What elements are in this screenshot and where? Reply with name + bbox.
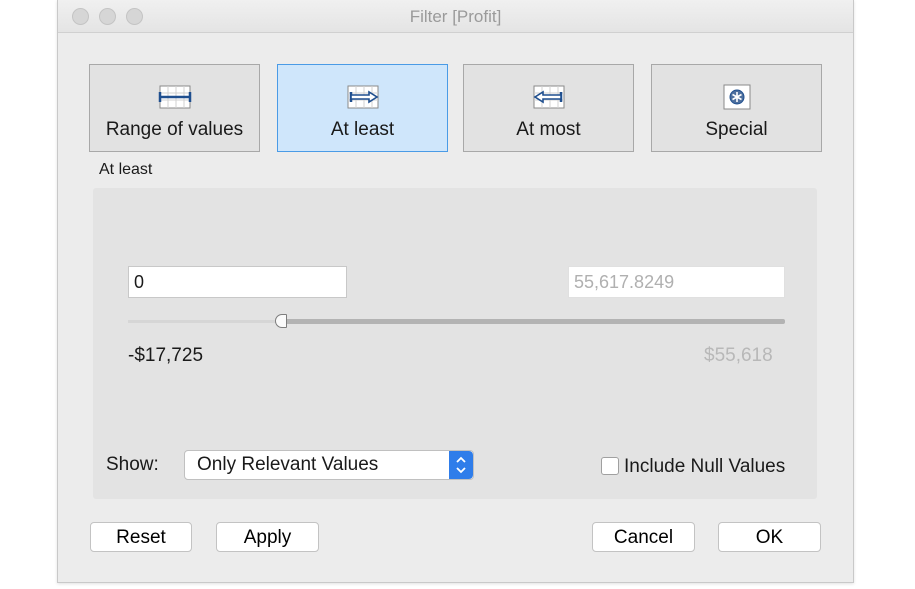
window-title: Filter [Profit]	[409, 7, 502, 26]
filter-dialog: Filter [Profit] Range of values At least	[57, 0, 854, 583]
section-label: At least	[99, 161, 153, 178]
at-most-label: At most	[516, 119, 581, 140]
ok-button[interactable]: OK	[718, 522, 821, 552]
at-most-icon	[531, 83, 567, 116]
updown-chevron-icon	[449, 451, 473, 479]
slider-track-inactive	[128, 320, 282, 323]
at-least-icon	[345, 83, 381, 116]
special-label: Special	[705, 119, 768, 140]
show-label: Show:	[106, 454, 159, 475]
range-of-values-label: Range of values	[105, 119, 244, 140]
show-dropdown[interactable]: Only Relevant Values	[184, 450, 474, 480]
apply-button[interactable]: Apply	[216, 522, 319, 552]
min-value-input[interactable]	[128, 266, 347, 298]
include-null-label: Include Null Values	[624, 456, 786, 477]
max-value-input	[568, 266, 785, 298]
range-icon	[157, 83, 193, 116]
title-bar: Filter [Profit]	[58, 0, 853, 33]
reset-button[interactable]: Reset	[90, 522, 192, 552]
range-min-label: -$17,725	[128, 345, 204, 366]
special-icon	[722, 83, 752, 116]
cancel-button[interactable]: Cancel	[592, 522, 695, 552]
special-button[interactable]: Special	[651, 64, 822, 152]
range-max-label: $55,618	[704, 345, 773, 366]
slider-track[interactable]	[282, 319, 785, 324]
slider-min-handle[interactable]	[275, 314, 287, 328]
at-least-button[interactable]: At least	[277, 64, 448, 152]
show-dropdown-value: Only Relevant Values	[197, 454, 379, 475]
at-least-label: At least	[330, 119, 395, 140]
at-most-button[interactable]: At most	[463, 64, 634, 152]
range-of-values-button[interactable]: Range of values	[89, 64, 260, 152]
include-null-checkbox[interactable]	[601, 457, 619, 475]
